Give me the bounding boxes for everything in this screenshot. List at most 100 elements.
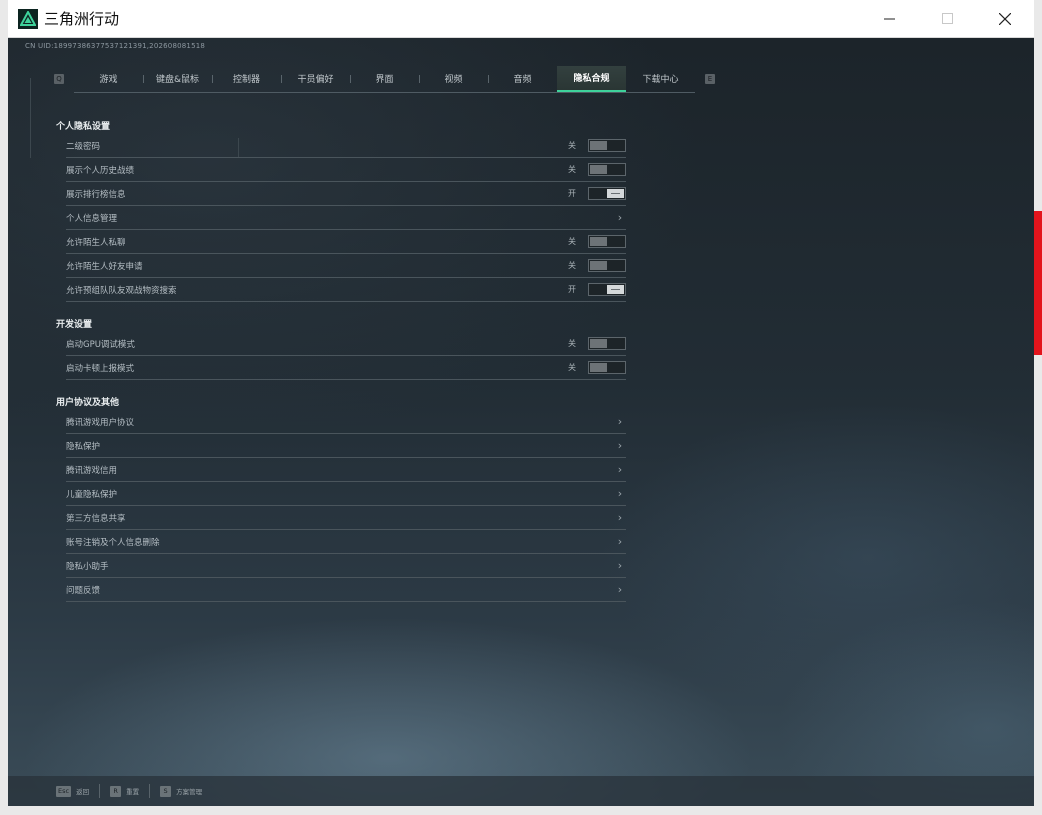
link-setting-row[interactable]: 腾讯游戏用户协议 › [66, 410, 626, 434]
tab-1[interactable]: 键盘&鼠标 [143, 66, 212, 92]
tab-4[interactable]: 界面 [350, 66, 419, 92]
background-window-red-strip [1034, 211, 1042, 355]
window-controls [860, 0, 1034, 37]
chevron-right-icon: › [617, 559, 623, 572]
toggle-setting-row[interactable]: 启动GPU调试模式 关 [66, 332, 626, 356]
privacy-settings-panel: 个人隐私设置 二级密码关展示个人历史战绩关展示排行榜信息开个人信息管理 › 允许陌生人… [56, 120, 628, 618]
next-tab-key-hint[interactable]: E [705, 74, 715, 84]
link-setting-row[interactable]: 个人信息管理 › [66, 206, 626, 230]
hint-divider [99, 784, 101, 798]
maximize-icon [941, 13, 953, 24]
link-setting-row[interactable]: 儿童隐私保护 › [66, 482, 626, 506]
toggle-knob [590, 165, 607, 174]
toggle-knob [590, 261, 607, 270]
close-icon [999, 12, 1011, 25]
toggle-setting-row[interactable]: 展示个人历史战绩 关 [66, 158, 626, 182]
toggle-switch[interactable] [588, 259, 626, 272]
bottom-hint-bar: Esc 返回 R 重置 S 方案管理 [8, 776, 1034, 806]
tab-2[interactable]: 控制器 [212, 66, 281, 92]
link-setting-row[interactable]: 腾讯游戏信用 › [66, 458, 626, 482]
setting-label: 二级密码 [66, 141, 101, 152]
toggle-state-label: 关 [568, 261, 576, 270]
prev-tab-key-hint[interactable]: Q [54, 74, 64, 84]
link-setting-row[interactable]: 问题反馈 › [66, 578, 626, 602]
settings-tabs: 游戏 键盘&鼠标 控制器 干员偏好 界面 视频 音频 隐私合规 下载中心 [74, 65, 695, 93]
toggle-setting-row[interactable]: 允许预组队队友观战物资搜索 开 [66, 278, 626, 302]
toggle-state-label: 关 [568, 165, 576, 174]
toggle-state-label: 关 [568, 339, 576, 348]
toggle-knob [590, 339, 607, 348]
toggle-knob [590, 363, 607, 372]
minimize-icon [883, 18, 895, 20]
section-title: 个人隐私设置 [56, 122, 111, 132]
chevron-right-icon: › [617, 415, 623, 428]
chevron-right-icon: › [617, 535, 623, 548]
tab-3[interactable]: 干员偏好 [281, 66, 350, 92]
section-title: 用户协议及其他 [56, 398, 120, 408]
chevron-right-icon: › [617, 439, 623, 452]
toggle-switch[interactable] [588, 163, 626, 176]
link-setting-row[interactable]: 隐私小助手 › [66, 554, 626, 578]
toggle-switch[interactable] [588, 361, 626, 374]
toggle-setting-row[interactable]: 允许陌生人私聊 关 [66, 230, 626, 254]
setting-label: 展示个人历史战绩 [66, 165, 135, 176]
hint-key: R [110, 785, 122, 797]
toggle-knob [590, 237, 607, 246]
toggle-switch[interactable] [588, 139, 626, 152]
chevron-right-icon: › [617, 463, 623, 476]
tab-8[interactable]: 下载中心 [626, 66, 695, 92]
hint-label: 重置 [126, 788, 140, 796]
tab-7[interactable]: 隐私合规 [557, 65, 626, 92]
maximize-button[interactable] [918, 0, 976, 37]
setting-label: 允许陌生人好友申请 [66, 261, 143, 272]
settings-section: 用户协议及其他 腾讯游戏用户协议 › 隐私保护 › 腾讯游戏信用 › 儿童隐私保护 › 第三方信息… [56, 396, 628, 602]
toggle-setting-row[interactable]: 二级密码 关 [66, 134, 626, 158]
setting-label: 允许预组队队友观战物资搜索 [66, 285, 177, 296]
toggle-state-label: 关 [568, 363, 576, 372]
toggle-setting-row[interactable]: 允许陌生人好友申请 关 [66, 254, 626, 278]
hint-key: Esc [56, 785, 72, 797]
toggle-knob [607, 189, 624, 198]
setting-label: 第三方信息共享 [66, 513, 126, 524]
setting-label: 问题反馈 [66, 585, 101, 596]
window-titlebar: 三角洲行动 [8, 0, 1034, 38]
setting-label: 儿童隐私保护 [66, 489, 118, 500]
setting-label: 腾讯游戏用户协议 [66, 417, 135, 428]
tab-6[interactable]: 音频 [488, 66, 557, 92]
link-setting-row[interactable]: 账号注销及个人信息删除 › [66, 530, 626, 554]
toggle-state-label: 关 [568, 237, 576, 246]
setting-label: 允许陌生人私聊 [66, 237, 126, 248]
toggle-switch[interactable] [588, 283, 626, 296]
toggle-setting-row[interactable]: 展示排行榜信息 开 [66, 182, 626, 206]
key-hint-2[interactable]: S 方案管理 [160, 785, 202, 797]
toggle-state-label: 开 [568, 285, 576, 294]
decorative-line [30, 78, 31, 158]
toggle-knob [590, 141, 607, 150]
section-title: 开发设置 [56, 320, 93, 330]
app-logo-icon [18, 8, 38, 29]
toggle-switch[interactable] [588, 187, 626, 200]
key-hint-1[interactable]: R 重置 [110, 785, 140, 797]
setting-label: 展示排行榜信息 [66, 189, 126, 200]
settings-section: 开发设置 启动GPU调试模式关启动卡顿上报模式关 [56, 318, 628, 380]
link-setting-row[interactable]: 隐私保护 › [66, 434, 626, 458]
tab-5[interactable]: 视频 [419, 66, 488, 92]
tab-0[interactable]: 游戏 [74, 66, 143, 92]
setting-label: 启动卡顿上报模式 [66, 363, 135, 374]
minimize-button[interactable] [860, 0, 918, 37]
window-title: 三角洲行动 [44, 10, 120, 28]
close-button[interactable] [976, 0, 1034, 37]
bottom-hints: Esc 返回 R 重置 S 方案管理 [56, 784, 202, 798]
uid-text: CN UID:189973863775371213​91,20260808151… [25, 42, 206, 50]
toggle-switch[interactable] [588, 235, 626, 248]
toggle-switch[interactable] [588, 337, 626, 350]
hint-key: S [160, 785, 172, 797]
toggle-state-label: 开 [568, 189, 576, 198]
toggle-setting-row[interactable]: 启动卡顿上报模式 关 [66, 356, 626, 380]
link-setting-row[interactable]: 第三方信息共享 › [66, 506, 626, 530]
setting-label: 启动GPU调试模式 [66, 339, 135, 350]
chevron-right-icon: › [617, 211, 623, 224]
setting-label: 隐私保护 [66, 441, 101, 452]
settings-section: 个人隐私设置 二级密码关展示个人历史战绩关展示排行榜信息开个人信息管理 › 允许陌生人… [56, 120, 628, 302]
key-hint-0[interactable]: Esc 返回 [56, 785, 89, 797]
